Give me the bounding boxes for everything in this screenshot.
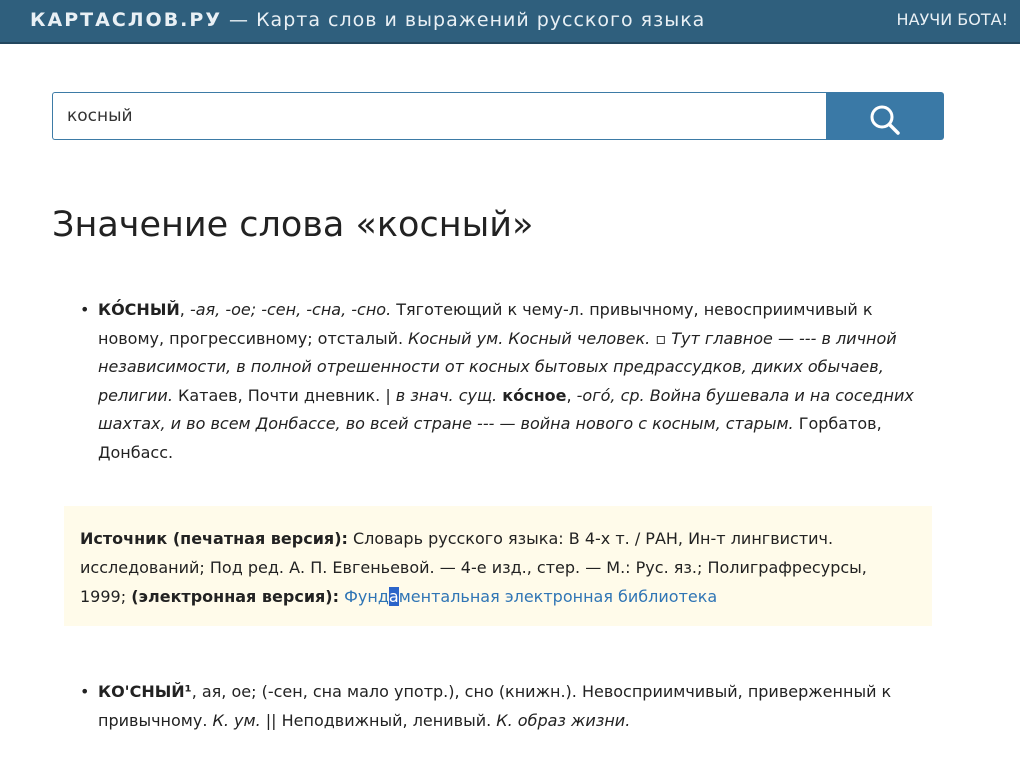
source-electronic-label: (электронная версия):: [131, 587, 340, 606]
usage-note: в знач. сущ.: [395, 385, 498, 405]
link-text[interactable]: Фунд: [344, 587, 389, 606]
brand-name[interactable]: КАРТАСЛОВ.РУ: [30, 9, 222, 31]
source-library-link[interactable]: Фундаментальная электронная библиотека: [344, 587, 717, 606]
source-print-label: Источник (печатная версия):: [80, 529, 348, 548]
search-form: [52, 92, 944, 140]
text-selection[interactable]: а: [388, 587, 399, 606]
search-button[interactable]: [826, 92, 944, 140]
definition-list: КО́СНЫЙ, -ая, -ое; -сен, -сна, -сно. Тяг…: [80, 296, 942, 467]
definition-item: КО́СНЫЙ, -ая, -ое; -сен, -сна, -сно. Тяг…: [80, 296, 942, 467]
punct: ,: [179, 300, 190, 319]
punct: ,: [566, 385, 577, 405]
definition-list: КО'СНЫЙ¹, ая, ое; (-сен, сна мало употр.…: [80, 678, 942, 735]
site-header: КАРТАСЛОВ.РУ — Карта слов и выражений ру…: [0, 0, 1020, 44]
usage-example: Косный ум. Косный человек.: [408, 328, 651, 348]
site-logo[interactable]: КАРТАСЛОВ.РУ — Карта слов и выражений ру…: [30, 7, 705, 33]
grammar-forms: -ая, -ое; -сен, -сна, -сно.: [189, 300, 392, 319]
citation-source: Катаев, Почти дневник. |: [172, 385, 396, 405]
sub-headword: ко́сное: [502, 385, 567, 405]
definition-item: КО'СНЫЙ¹, ая, ое; (-сен, сна мало употр.…: [80, 678, 942, 735]
source-box: Источник (печатная версия): Словарь русс…: [64, 506, 932, 626]
headword: КО'СНЫЙ¹: [98, 682, 192, 701]
teach-bot-link[interactable]: НАУЧИ БОТА!: [897, 9, 1008, 31]
search-input[interactable]: [52, 92, 826, 140]
headword: КО́СНЫЙ: [98, 300, 180, 319]
brand-tagline: — Карта слов и выражений русского языка: [229, 9, 706, 31]
usage-example: К. образ жизни.: [496, 710, 631, 730]
page-title: Значение слова «косный»: [52, 205, 534, 245]
search-icon: [870, 105, 900, 135]
link-text[interactable]: ментальная электронная библиотека: [399, 587, 718, 606]
definition-text: || Неподвижный, ленивый.: [260, 710, 497, 730]
separator: ▫: [650, 328, 672, 348]
sub-grammar-forms: -ого́, ср.: [576, 385, 645, 405]
usage-example: К. ум.: [212, 710, 261, 730]
